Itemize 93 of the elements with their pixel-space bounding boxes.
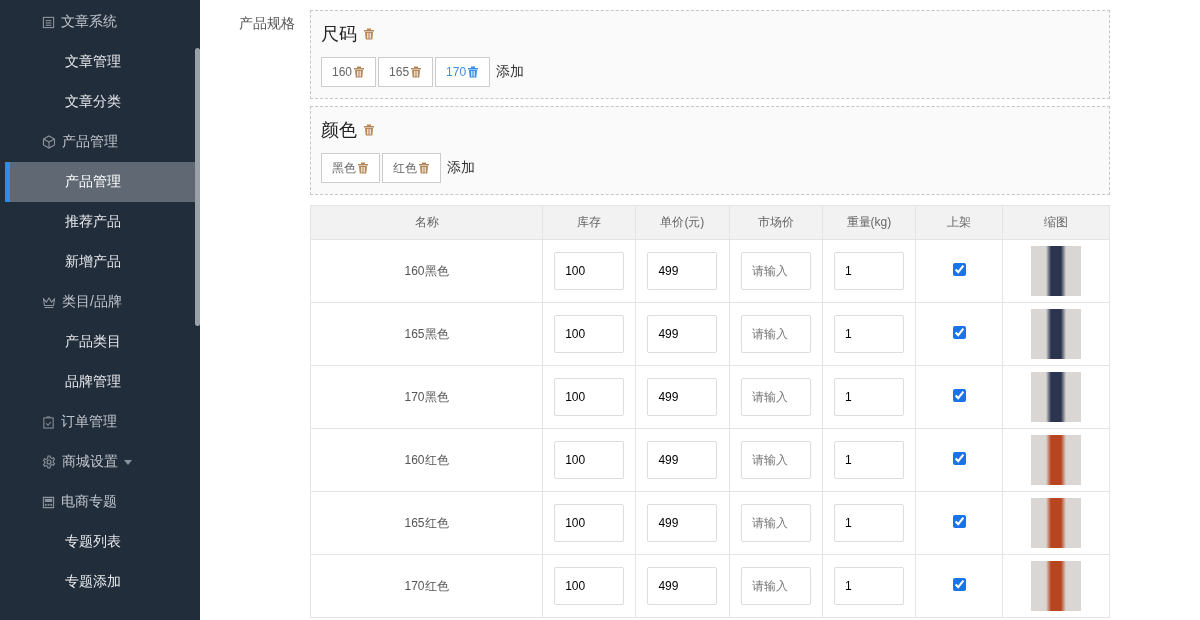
sidebar-item[interactable]: 文章分类 (5, 82, 195, 122)
sidebar-group[interactable]: 电商专题 (5, 482, 195, 522)
stock-input[interactable]: 100 (554, 567, 625, 605)
table-cell: 160黑色 (310, 239, 543, 303)
market-price-input[interactable]: 请输入 (740, 441, 811, 479)
on-sale-checkbox[interactable] (952, 389, 966, 402)
market-price-input[interactable]: 请输入 (740, 567, 811, 605)
sidebar-group[interactable]: 订单管理 (5, 402, 195, 442)
spec-name: 颜色 (321, 119, 357, 142)
sidebar-item[interactable]: 专题添加 (5, 562, 195, 602)
on-sale-checkbox[interactable] (952, 515, 966, 528)
price-input[interactable]: 499 (647, 315, 718, 353)
settings-icon (42, 455, 56, 469)
spec-value-tag[interactable]: 黑色 (321, 153, 380, 183)
stock-input[interactable]: 100 (554, 252, 625, 290)
price-input[interactable]: 499 (647, 504, 718, 542)
price-input[interactable]: 499 (647, 252, 718, 290)
spec-value-tag[interactable]: 红色 (382, 153, 441, 183)
sidebar-group-label: 商城设置 (62, 453, 118, 471)
column-header: 市场价 (729, 205, 823, 240)
sidebar-item[interactable]: 推荐产品 (5, 202, 195, 242)
sidebar-item[interactable]: 专题列表 (5, 522, 195, 562)
photo-placeholder (1031, 435, 1081, 485)
photo-placeholder (1031, 372, 1081, 422)
stock-input[interactable]: 100 (554, 441, 625, 479)
spec-value-tag[interactable]: 165 (378, 57, 434, 87)
cube-icon (42, 135, 56, 149)
sidebar-group-label: 电商专题 (61, 493, 117, 511)
sidebar-group-label: 产品管理 (62, 133, 118, 151)
trash-icon[interactable] (363, 28, 375, 40)
weight-input[interactable]: 1 (833, 441, 904, 479)
sidebar-group[interactable]: 商城设置 (5, 442, 195, 482)
photo-placeholder (1031, 498, 1081, 548)
on-sale-checkbox[interactable] (952, 326, 966, 339)
column-header: 缩图 (1002, 205, 1110, 240)
column-header: 单价(元) (635, 205, 729, 240)
weight-input[interactable]: 1 (833, 315, 904, 353)
weight-input[interactable]: 1 (833, 504, 904, 542)
add-link[interactable]: 添加 (496, 63, 525, 81)
checklist-icon (42, 415, 55, 429)
table-cell: 170黑色 (310, 365, 543, 429)
column-header: 名称 (310, 205, 543, 240)
stock-input[interactable]: 100 (554, 378, 625, 416)
sidebar-item[interactable]: 文章管理 (5, 42, 195, 82)
sidebar-group-label: 类目/品牌 (62, 293, 122, 311)
weight-input[interactable]: 1 (833, 567, 904, 605)
photo-placeholder (1031, 246, 1081, 296)
price-input[interactable]: 499 (647, 378, 718, 416)
sidebar-item[interactable]: 产品管理 (5, 162, 195, 202)
trash-icon[interactable] (418, 162, 430, 174)
on-sale-checkbox[interactable] (952, 263, 966, 276)
field-label: 产品规格 (238, 14, 296, 33)
trash-icon[interactable] (410, 66, 423, 78)
price-input[interactable]: 499 (647, 567, 718, 605)
table-cell: 170红色 (310, 554, 543, 618)
stock-input[interactable]: 100 (554, 315, 625, 353)
list-icon (42, 15, 55, 29)
sidebar-item[interactable]: 品牌管理 (5, 362, 195, 402)
market-price-input[interactable]: 请输入 (740, 378, 811, 416)
market-price-input[interactable]: 请输入 (740, 252, 811, 290)
table-cell: 165黑色 (310, 302, 543, 366)
calculator-icon (42, 495, 55, 509)
sidebar-group-label: 订单管理 (61, 413, 117, 431)
market-price-input[interactable]: 请输入 (740, 504, 811, 542)
spec-value-tag[interactable]: 160 (321, 57, 377, 87)
trash-icon[interactable] (363, 124, 375, 136)
on-sale-checkbox[interactable] (952, 578, 966, 591)
on-sale-checkbox[interactable] (952, 452, 966, 465)
sidebar-group-label: 文章系统 (61, 13, 117, 31)
sidebar-group[interactable]: 文章系统 (5, 2, 195, 42)
weight-input[interactable]: 1 (833, 378, 904, 416)
photo-placeholder (1031, 309, 1081, 359)
column-header: 库存 (542, 205, 636, 240)
add-link[interactable]: 添加 (447, 159, 475, 177)
photo-placeholder (1031, 561, 1081, 611)
sidebar-group[interactable]: 类目/品牌 (5, 282, 195, 322)
table-cell: 160红色 (310, 428, 543, 492)
sidebar-item[interactable]: 产品类目 (5, 322, 195, 362)
trash-icon[interactable] (467, 66, 480, 78)
crown-icon (42, 295, 56, 309)
sidebar-group[interactable]: 产品管理 (5, 122, 195, 162)
trash-icon[interactable] (357, 162, 369, 174)
table-cell: 165红色 (310, 491, 543, 555)
spec-name: 尺码 (321, 23, 357, 46)
weight-input[interactable]: 1 (833, 252, 904, 290)
sidebar-item[interactable]: 新增产品 (5, 242, 195, 282)
market-price-input[interactable]: 请输入 (740, 315, 811, 353)
stock-input[interactable]: 100 (554, 504, 625, 542)
column-header: 重量(kg) (822, 205, 916, 240)
scrollbar-thumb[interactable] (195, 48, 200, 326)
column-header: 上架 (915, 205, 1003, 240)
trash-icon[interactable] (353, 66, 366, 78)
price-input[interactable]: 499 (647, 441, 718, 479)
